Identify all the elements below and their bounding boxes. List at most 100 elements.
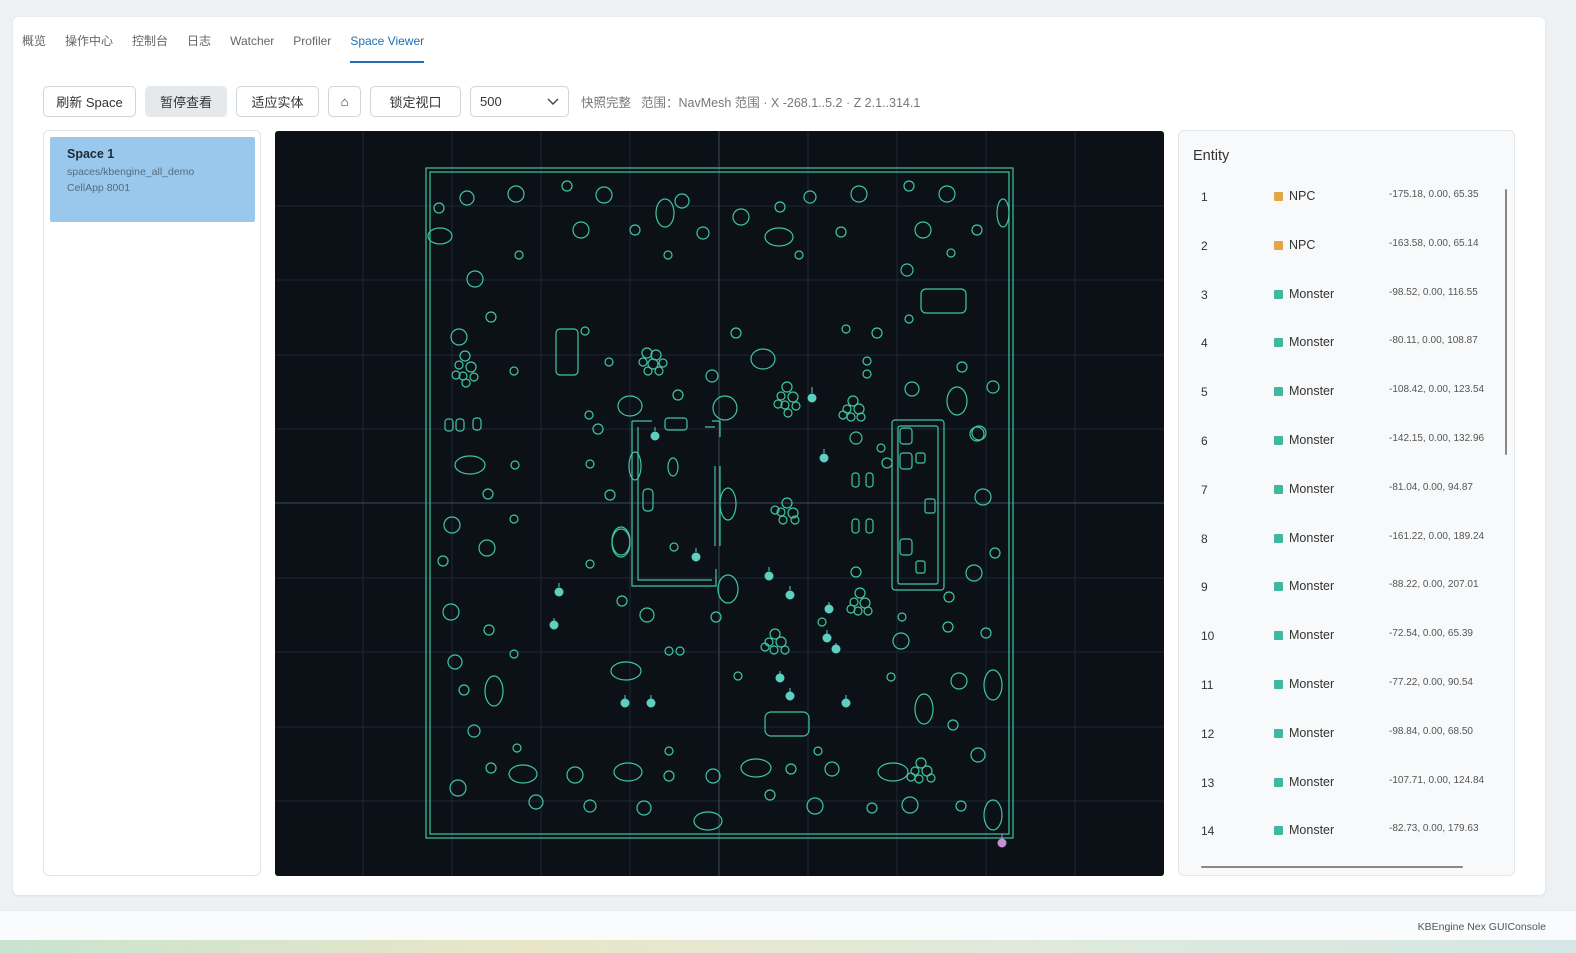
entity-type: Monster <box>1289 628 1335 643</box>
monster-marker[interactable] <box>646 695 656 708</box>
entity-position: -175.18, 0.00, 65.35 <box>1389 189 1479 200</box>
tab-watcher[interactable]: Watcher <box>230 33 274 57</box>
entity-position: -163.58, 0.00, 65.14 <box>1389 237 1479 249</box>
entity-position: -142.15, 0.00, 132.96 <box>1389 432 1485 444</box>
space-item[interactable]: Space 1 spaces/kbengine_all_demo CellApp… <box>50 137 255 222</box>
npc-swatch-icon <box>1274 192 1283 201</box>
pause-view-button[interactable]: 暂停查看 <box>145 86 227 117</box>
entity-row[interactable]: 6 Monster -142.15, 0.00, 132.96 <box>1179 416 1499 465</box>
chevron-down-icon <box>547 98 559 105</box>
entity-position: -161.22, 0.00, 189.24 <box>1389 530 1485 542</box>
monster-swatch-icon <box>1274 631 1283 641</box>
entity-position: -108.42, 0.00, 123.54 <box>1389 384 1485 396</box>
entity-id: 8 <box>1201 531 1208 546</box>
entity-list-vertical-scrollbar[interactable] <box>1505 189 1507 455</box>
entity-type: Monster <box>1289 286 1335 301</box>
monster-marker[interactable] <box>775 671 785 683</box>
count-select[interactable]: 500 <box>470 86 569 117</box>
monster-marker[interactable] <box>831 643 841 654</box>
monster-swatch-icon <box>1274 387 1283 397</box>
footer-brand: KBEngine Nex GUIConsole <box>1417 921 1546 933</box>
monster-marker[interactable] <box>785 586 795 600</box>
monster-marker[interactable] <box>841 695 851 708</box>
tab-bar: 概览 操作中心 控制台 日志 Watcher Profiler Space Vi… <box>22 33 443 63</box>
entity-position: -98.84, 0.00, 68.50 <box>1389 725 1473 737</box>
tab-console[interactable]: 控制台 <box>132 33 168 57</box>
entity-row[interactable]: 4 Monster -80.11, 0.00, 108.87 <box>1179 318 1499 367</box>
tab-logs[interactable]: 日志 <box>187 33 211 57</box>
entity-position: -77.22, 0.00, 90.54 <box>1389 676 1473 688</box>
entity-id: 4 <box>1201 336 1208 351</box>
range-text: 范围：NavMesh 范围 · X -268.1..5.2 · Z 2.1..3… <box>641 96 921 110</box>
entity-row[interactable]: 11 Monster -77.22, 0.00, 90.54 <box>1179 660 1499 709</box>
entity-id: 11 <box>1201 677 1214 692</box>
entity-row[interactable]: 3 Monster -98.52, 0.00, 116.55 <box>1179 270 1499 319</box>
monster-marker[interactable] <box>620 695 630 708</box>
tab-space-viewer[interactable]: Space Viewer <box>350 33 424 63</box>
entity-id: 7 <box>1201 482 1208 497</box>
navmesh-map[interactable] <box>275 131 1164 876</box>
monster-swatch-icon <box>1274 679 1283 689</box>
monster-marker[interactable] <box>549 618 559 630</box>
tab-overview[interactable]: 概览 <box>22 33 46 57</box>
monster-marker[interactable] <box>554 583 564 597</box>
entity-type: Monster <box>1289 530 1335 545</box>
status-text: 快照完整 范围：NavMesh 范围 · X -268.1..5.2 · Z 2.… <box>581 92 920 111</box>
entity-list-horizontal-scrollbar[interactable] <box>1201 866 1463 868</box>
entity-type: Monster <box>1289 725 1335 740</box>
entity-id: 6 <box>1201 433 1208 448</box>
entity-row[interactable]: 10 Monster -72.54, 0.00, 65.39 <box>1179 611 1499 660</box>
lock-viewport-button[interactable]: 锁定视口 <box>370 86 461 117</box>
entity-id: 10 <box>1201 629 1215 644</box>
monster-swatch-icon <box>1274 435 1283 445</box>
entity-row[interactable]: 1 NPC -175.18, 0.00, 65.35 <box>1179 172 1499 221</box>
entity-type: Monster <box>1289 335 1335 350</box>
entity-position: -88.22, 0.00, 207.01 <box>1389 579 1479 591</box>
monster-swatch-icon <box>1274 777 1283 787</box>
entity-id: 1 <box>1201 190 1208 204</box>
monster-marker[interactable] <box>785 688 795 701</box>
monster-marker[interactable] <box>764 567 774 581</box>
monster-marker[interactable] <box>691 548 701 562</box>
entity-position: -82.73, 0.00, 179.63 <box>1389 823 1479 835</box>
entity-position: -81.04, 0.00, 94.87 <box>1389 481 1473 493</box>
home-icon: ⌂ <box>340 94 349 109</box>
home-button[interactable]: ⌂ <box>328 86 361 117</box>
tab-operations[interactable]: 操作中心 <box>65 33 113 57</box>
entity-position: -80.11, 0.00, 108.87 <box>1389 335 1478 347</box>
entity-row[interactable]: 5 Monster -108.42, 0.00, 123.54 <box>1179 367 1499 416</box>
entity-row[interactable]: 8 Monster -161.22, 0.00, 189.24 <box>1179 514 1499 563</box>
monster-marker[interactable] <box>822 630 832 643</box>
entity-type: NPC <box>1289 189 1316 203</box>
monster-marker[interactable] <box>807 387 817 403</box>
entity-type: Monster <box>1289 432 1335 447</box>
space-name: Space 1 <box>67 147 115 161</box>
fit-entities-button[interactable]: 适应实体 <box>236 86 319 117</box>
entity-row[interactable]: 14 Monster -82.73, 0.00, 179.63 <box>1179 806 1499 855</box>
entity-row[interactable]: 13 Monster -107.71, 0.00, 124.84 <box>1179 758 1499 807</box>
player-marker[interactable] <box>997 834 1007 848</box>
monster-marker[interactable] <box>824 602 834 614</box>
entity-panel: Entity 1 NPC -175.18, 0.00, 65.35 2 NPC -163… <box>1178 130 1515 876</box>
monster-marker[interactable] <box>819 449 829 463</box>
entity-list[interactable]: 1 NPC -175.18, 0.00, 65.35 2 NPC -163.58, 0.… <box>1179 172 1499 855</box>
entity-row[interactable]: 12 Monster -98.84, 0.00, 68.50 <box>1179 709 1499 758</box>
count-select-value: 500 <box>480 94 502 109</box>
entity-type: Monster <box>1289 676 1335 691</box>
entity-row[interactable]: 9 Monster -88.22, 0.00, 207.01 <box>1179 562 1499 611</box>
entity-row[interactable]: 7 Monster -81.04, 0.00, 94.87 <box>1179 465 1499 514</box>
entity-type: Monster <box>1289 481 1335 496</box>
npc-swatch-icon <box>1274 240 1283 250</box>
space-viewer-canvas[interactable] <box>275 131 1164 876</box>
monster-swatch-icon <box>1274 533 1283 543</box>
entity-position: -72.54, 0.00, 65.39 <box>1389 628 1473 640</box>
entity-id: 9 <box>1201 580 1208 595</box>
entity-panel-title: Entity <box>1193 148 1230 164</box>
entity-position: -98.52, 0.00, 116.55 <box>1389 286 1478 298</box>
tab-profiler[interactable]: Profiler <box>293 33 331 57</box>
entity-type: NPC <box>1289 237 1316 252</box>
monster-swatch-icon <box>1274 289 1283 299</box>
entity-id: 13 <box>1201 775 1215 790</box>
entity-row[interactable]: 2 NPC -163.58, 0.00, 65.14 <box>1179 221 1499 270</box>
refresh-space-button[interactable]: 刷新 Space <box>43 86 136 117</box>
